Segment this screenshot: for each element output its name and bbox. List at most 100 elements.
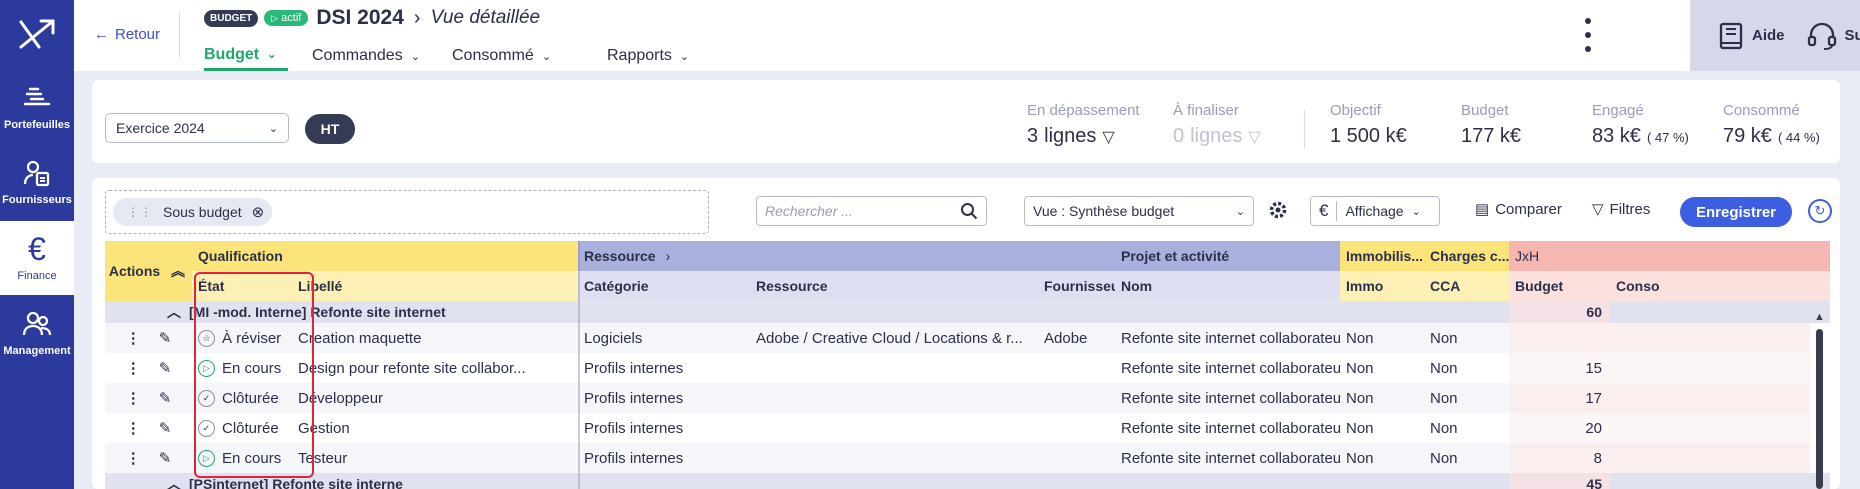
cell-categorie: Profils internes: [584, 359, 684, 377]
cell-libelle: Design pour refonte site collabor...: [298, 359, 526, 377]
ht-toggle[interactable]: HT: [305, 114, 355, 144]
kpi-unit: lignes: [1044, 125, 1097, 147]
help-button[interactable]: Aide: [1718, 22, 1785, 50]
back-link[interactable]: ← Retour: [94, 26, 160, 43]
cell-ressource: [750, 443, 1038, 473]
tab-consomme[interactable]: Consommé ⌄: [452, 41, 607, 71]
group-row-label: [MI -mod. Interne] Refonte site internet: [189, 304, 446, 320]
cell-budget[interactable]: 15: [1509, 353, 1610, 383]
chevron-down-icon: ⌄: [268, 122, 278, 135]
cell-conso: [1610, 383, 1810, 413]
group-chip[interactable]: ⋮⋮ Sous budget ⊗: [113, 198, 273, 226]
cell-etat: ▷ En cours: [192, 353, 292, 383]
save-button[interactable]: Enregistrer: [1680, 197, 1792, 227]
tab-budget[interactable]: Budget ⌄: [204, 41, 288, 71]
column-header-immo[interactable]: Immo: [1340, 271, 1424, 301]
app-logo[interactable]: [0, 0, 74, 70]
nav-label: Fournisseurs: [2, 194, 72, 206]
scroll-up-icon[interactable]: ▲: [1814, 311, 1825, 323]
row-menu-icon[interactable]: ⋮: [126, 329, 141, 347]
status-badge: ▷ actif: [264, 10, 309, 26]
collapse-all-icon[interactable]: ︽: [164, 241, 192, 301]
row-menu-icon[interactable]: ⋮: [126, 419, 141, 437]
edit-icon[interactable]: ✎: [159, 389, 172, 407]
cell-budget[interactable]: 8: [1509, 443, 1610, 473]
tab-spacer: [288, 41, 312, 71]
row-menu-icon[interactable]: ⋮: [126, 389, 141, 407]
display-select-label: Affichage: [1345, 203, 1404, 219]
view-select[interactable]: Vue : Synthèse budget ⌄: [1024, 196, 1254, 226]
filters-button[interactable]: ▽ Filtres: [1592, 200, 1650, 219]
column-header-ressource[interactable]: Ressource: [750, 271, 1038, 301]
edit-icon[interactable]: ✎: [159, 449, 172, 467]
row-menu-icon[interactable]: ⋮: [126, 359, 141, 377]
column-header-conso[interactable]: Conso: [1610, 271, 1830, 301]
cell-budget[interactable]: [1509, 323, 1610, 353]
cell-cca: Non: [1424, 443, 1509, 473]
group-header-label: Ressource: [584, 248, 656, 264]
kpi-label: Engagé: [1592, 102, 1644, 119]
group-header-projet: Projet et activité: [1115, 241, 1340, 271]
cell-conso: [1610, 323, 1810, 353]
play-icon: ▷: [198, 449, 215, 467]
refresh-icon[interactable]: ↻: [1808, 199, 1832, 223]
edit-icon[interactable]: ✎: [159, 359, 172, 377]
more-menu-icon[interactable]: [1578, 18, 1598, 52]
compare-button[interactable]: ▤ Comparer: [1475, 200, 1562, 219]
scrollbar-thumb[interactable]: [1816, 329, 1823, 489]
cell-budget[interactable]: 17: [1509, 383, 1610, 413]
nav-item-finance[interactable]: € Finance: [0, 221, 74, 295]
gear-icon[interactable]: [1268, 200, 1288, 224]
chevron-down-icon: ⌄: [679, 50, 690, 63]
exercice-select[interactable]: Exercice 2024 ⌄: [105, 113, 289, 143]
cell-ressource: Adobe / Creative Cloud / Locations & r..…: [750, 323, 1038, 353]
cell-cca: Non: [1424, 323, 1509, 353]
group-header-ressource[interactable]: Ressource ›: [578, 241, 1115, 271]
close-icon[interactable]: ⊗: [252, 203, 265, 221]
search-placeholder: Rechercher ...: [765, 203, 853, 219]
group-header-jxh: JxH: [1509, 241, 1830, 271]
column-header-fournisseur[interactable]: Fournisseur: [1038, 271, 1115, 301]
help-zone: Aide Support: [1690, 0, 1860, 71]
cell-budget[interactable]: 20: [1509, 413, 1610, 443]
edit-icon[interactable]: ✎: [159, 419, 172, 437]
collapse-icon[interactable]: ︿: [167, 474, 189, 489]
supplier-icon: [23, 160, 50, 187]
kpi-finaliser[interactable]: À finaliser 0 lignes ▽: [1173, 102, 1261, 148]
nav-item-management[interactable]: Management: [0, 296, 74, 370]
column-header-budget[interactable]: Budget: [1509, 271, 1610, 301]
cell-cca: Non: [1430, 359, 1458, 377]
cell-nom: Refonte site internet collaborateur: [1115, 443, 1340, 473]
search-input[interactable]: Rechercher ...: [756, 196, 987, 226]
column-header-categorie[interactable]: Catégorie: [578, 271, 750, 301]
cell-nom: Refonte site internet collaborateur: [1115, 383, 1340, 413]
cell-nom: Refonte site internet collaborateur: [1115, 323, 1340, 353]
group-by-zone[interactable]: ⋮⋮ Sous budget ⊗: [105, 190, 709, 234]
kpi-depassement[interactable]: En dépassement 3 lignes ▽: [1027, 102, 1140, 148]
tab-label: Consommé: [452, 47, 534, 64]
tab-commandes[interactable]: Commandes ⌄: [312, 41, 452, 71]
nav-item-fournisseurs[interactable]: Fournisseurs: [0, 145, 74, 219]
column-header-nom[interactable]: Nom: [1115, 271, 1340, 301]
drag-handle-icon[interactable]: ⋮⋮: [127, 205, 153, 219]
display-select[interactable]: € Affichage ⌄: [1310, 196, 1440, 226]
column-header-cca[interactable]: CCA: [1424, 271, 1509, 301]
support-button[interactable]: Support: [1807, 22, 1860, 50]
cell-etat: ✓ Clôturée: [192, 413, 292, 443]
play-icon: ▷: [271, 12, 279, 23]
row-menu-icon[interactable]: ⋮: [126, 449, 141, 467]
collapse-icon[interactable]: ︿: [167, 302, 189, 322]
cell-conso: [1610, 413, 1810, 443]
edit-icon[interactable]: ✎: [159, 329, 172, 347]
nav-item-portefeuilles[interactable]: Portefeuilles: [0, 70, 74, 144]
vertical-scrollbar[interactable]: ▲: [1812, 311, 1826, 489]
column-header-etat[interactable]: État: [192, 271, 292, 301]
cell-categorie: Profils internes: [578, 383, 750, 413]
kpi-objectif: Objectif 1 500 k€: [1330, 102, 1407, 148]
filter-icon[interactable]: ▽: [1102, 127, 1114, 147]
cell-fournisseur: [1038, 443, 1115, 473]
column-header-libelle[interactable]: Libellé: [292, 271, 578, 301]
tab-rapports[interactable]: Rapports ⌄: [607, 41, 707, 71]
filter-icon[interactable]: ▽: [1248, 127, 1260, 147]
top-bar: ← Retour BUDGET ▷ actif DSI 2024 › Vue d…: [74, 0, 1860, 71]
